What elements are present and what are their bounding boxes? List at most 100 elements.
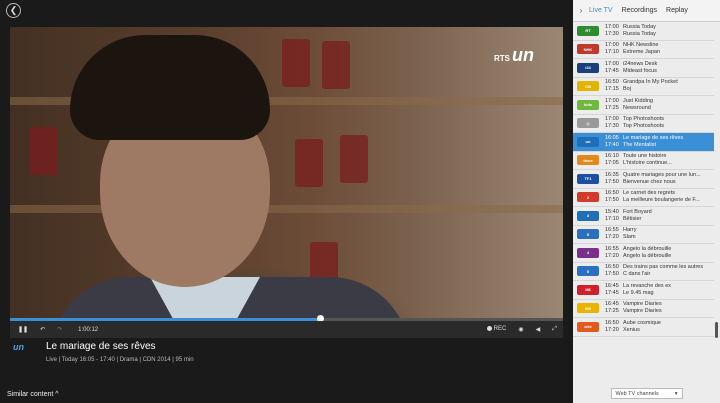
- background-jar: [340, 135, 368, 183]
- channel-row[interactable]: RT 17:00 17:30 Russia Today Russia Today: [573, 22, 714, 41]
- channel-shows: Vampire Diaries Vampire Diaries: [623, 301, 714, 315]
- current-time: 1:00:12: [78, 326, 99, 333]
- fullscreen-icon[interactable]: ⤢: [552, 326, 557, 333]
- next-show: Angelo la débrouille: [623, 252, 672, 259]
- panel-header: › Live TV Recordings Replay: [573, 0, 720, 22]
- rewind-icon[interactable]: ↶: [40, 326, 45, 333]
- channel-shows: Russia Today Russia Today: [623, 24, 714, 38]
- start-time: 16:50: [605, 319, 619, 326]
- channel-logo: RT: [577, 25, 599, 36]
- current-show: Fort Boyard: [623, 208, 652, 215]
- next-time: 17:20: [605, 252, 619, 259]
- similar-content-toggle[interactable]: Similar content ^: [7, 391, 59, 398]
- collapse-panel-icon[interactable]: ›: [573, 6, 589, 15]
- channel-group-select[interactable]: Web TV channels ▾: [610, 388, 683, 399]
- record-icon: [486, 326, 492, 332]
- back-button[interactable]: ❮: [6, 3, 21, 18]
- start-time: 16:45: [605, 282, 619, 289]
- channel-logo: W9: [577, 303, 599, 314]
- options-icon[interactable]: ◉: [518, 326, 523, 333]
- channel-logo: TF1: [577, 173, 599, 184]
- start-time: 16:10: [605, 153, 619, 160]
- channel-logo: deux: [577, 155, 599, 166]
- watermark-rts: RTS: [494, 54, 510, 63]
- background-jar: [30, 127, 58, 175]
- next-show: Vampire Diaries: [623, 308, 662, 315]
- tab-live-tv[interactable]: Live TV: [589, 7, 613, 14]
- channel-row[interactable]: TF1 16:35 17:50 Quatre mariages pour une lu…: [573, 170, 714, 189]
- channel-times: 16:10 17:05: [605, 153, 619, 167]
- current-show: Harry: [623, 227, 637, 234]
- channel-row[interactable]: 2 16:50 17:50 Le carnet des regrets La meill…: [573, 189, 714, 207]
- channel-times: 17:00 17:25: [605, 97, 619, 112]
- channel-row[interactable]: M6 16:45 17:45 La revanche des ex Le 9.45 ma…: [573, 281, 714, 300]
- current-show: i24news Desk: [623, 60, 658, 67]
- channel-shows: Quatre mariages pour une lun... Bienvenue…: [623, 172, 714, 186]
- next-time: 17:05: [605, 160, 619, 167]
- channel-times: 16:50 17:50: [605, 264, 619, 278]
- channel-row[interactable]: 4 16:55 17:20 Angelo la débrouille Angelo la…: [573, 244, 714, 263]
- next-time: 17:20: [605, 326, 619, 333]
- current-show: Le carnet des regrets: [623, 190, 675, 197]
- channel-list-scrollbar[interactable]: [715, 322, 718, 338]
- channel-row[interactable]: W9 16:45 17:25 Vampire Diaries Vampire Diari…: [573, 300, 714, 318]
- channel-shows: Harry Slam: [623, 227, 714, 241]
- channel-row[interactable]: kids 17:00 17:25 Just Kidding Newsround: [573, 96, 714, 115]
- start-time: 17:00: [605, 97, 619, 104]
- channel-row[interactable]: i24 17:00 17:45 i24news Desk Mideast focus: [573, 59, 714, 78]
- next-show: Bienvenue chez nous: [623, 178, 676, 185]
- start-time: 16:55: [605, 227, 619, 234]
- program-meta: Live | Today 16:05 - 17:40 | Drama | CDN…: [46, 357, 194, 363]
- channel-row[interactable]: 5 16:50 17:50 Des trains pas comme les autr…: [573, 263, 714, 281]
- channel-group-value: Web TV channels: [615, 390, 659, 397]
- tab-replay[interactable]: Replay: [666, 7, 688, 14]
- chevron-down-icon: ▾: [674, 390, 678, 397]
- start-time: 17:00: [605, 23, 619, 30]
- next-show: Boj: [623, 86, 631, 93]
- next-show: L'histoire continue...: [623, 160, 672, 167]
- channel-times: 17:00 17:30: [605, 23, 619, 38]
- channel-row[interactable]: CN 16:50 17:15 Grandpa In My Pocket Boj: [573, 78, 714, 96]
- channel-row[interactable]: NHK 17:00 17:10 NHK Newsline Extreme Japan: [573, 41, 714, 59]
- channel-times: 15:40 17:10: [605, 209, 619, 223]
- next-time: 17:10: [605, 49, 619, 56]
- panel-footer: Web TV channels ▾: [573, 384, 720, 403]
- channel-logo: 4: [577, 247, 599, 258]
- background-jar: [282, 39, 310, 87]
- next-time: 17:45: [605, 289, 619, 296]
- channel-row[interactable]: ◇ 17:00 17:30 Top Photoshoots Top Photoshoot…: [573, 115, 714, 133]
- channel-shows: La revanche des ex Le 9.45 mag: [623, 283, 714, 297]
- start-time: 16:50: [605, 79, 619, 86]
- channel-row[interactable]: deux 16:10 17:05 Toute une histoire L'histoi…: [573, 152, 714, 170]
- next-show: Bêtisier: [623, 215, 642, 222]
- channel-panel: › Live TV Recordings Replay RT 17:00 17:30…: [573, 0, 720, 403]
- channel-row[interactable]: un 16:05 17:40 Le mariage de ses rêves The M…: [573, 133, 714, 152]
- start-time: 16:05: [605, 134, 619, 141]
- current-show: Angelo la débrouille: [623, 245, 672, 252]
- next-show: Slam: [623, 234, 636, 241]
- forward-icon[interactable]: ↷: [57, 326, 62, 333]
- next-show: Newsround: [623, 104, 651, 111]
- channel-row[interactable]: 5 16:55 17:20 Harry Slam: [573, 226, 714, 244]
- channel-shows: NHK Newsline Extreme Japan: [623, 42, 714, 56]
- current-show: Vampire Diaries: [623, 301, 662, 308]
- next-time: 17:10: [605, 215, 619, 222]
- tab-recordings[interactable]: Recordings: [622, 7, 657, 14]
- volume-icon[interactable]: ◀: [536, 326, 541, 333]
- video-frame[interactable]: RTS un: [10, 27, 563, 321]
- chevron-left-icon: ❮: [9, 5, 18, 15]
- next-show: La meilleure boulangerie de F...: [623, 197, 700, 204]
- channel-times: 16:35 17:50: [605, 172, 619, 186]
- channel-row[interactable]: arte 16:50 17:20 Aube cosmique Xenius: [573, 318, 714, 337]
- current-show: Grandpa In My Pocket: [623, 79, 678, 86]
- channel-row[interactable]: 3 15:40 17:10 Fort Boyard Bêtisier: [573, 207, 714, 226]
- start-time: 16:45: [605, 301, 619, 308]
- record-button[interactable]: REC: [486, 326, 506, 333]
- channel-shows: Aube cosmique Xenius: [623, 320, 714, 334]
- current-show: Aube cosmique: [623, 319, 661, 326]
- next-show: Le 9.45 mag: [623, 289, 654, 296]
- next-show: Russia Today: [623, 30, 656, 37]
- pause-icon[interactable]: ❚❚: [18, 326, 28, 333]
- channel-shows: Toute une histoire L'histoire continue...: [623, 153, 714, 167]
- next-time: 17:50: [605, 271, 619, 278]
